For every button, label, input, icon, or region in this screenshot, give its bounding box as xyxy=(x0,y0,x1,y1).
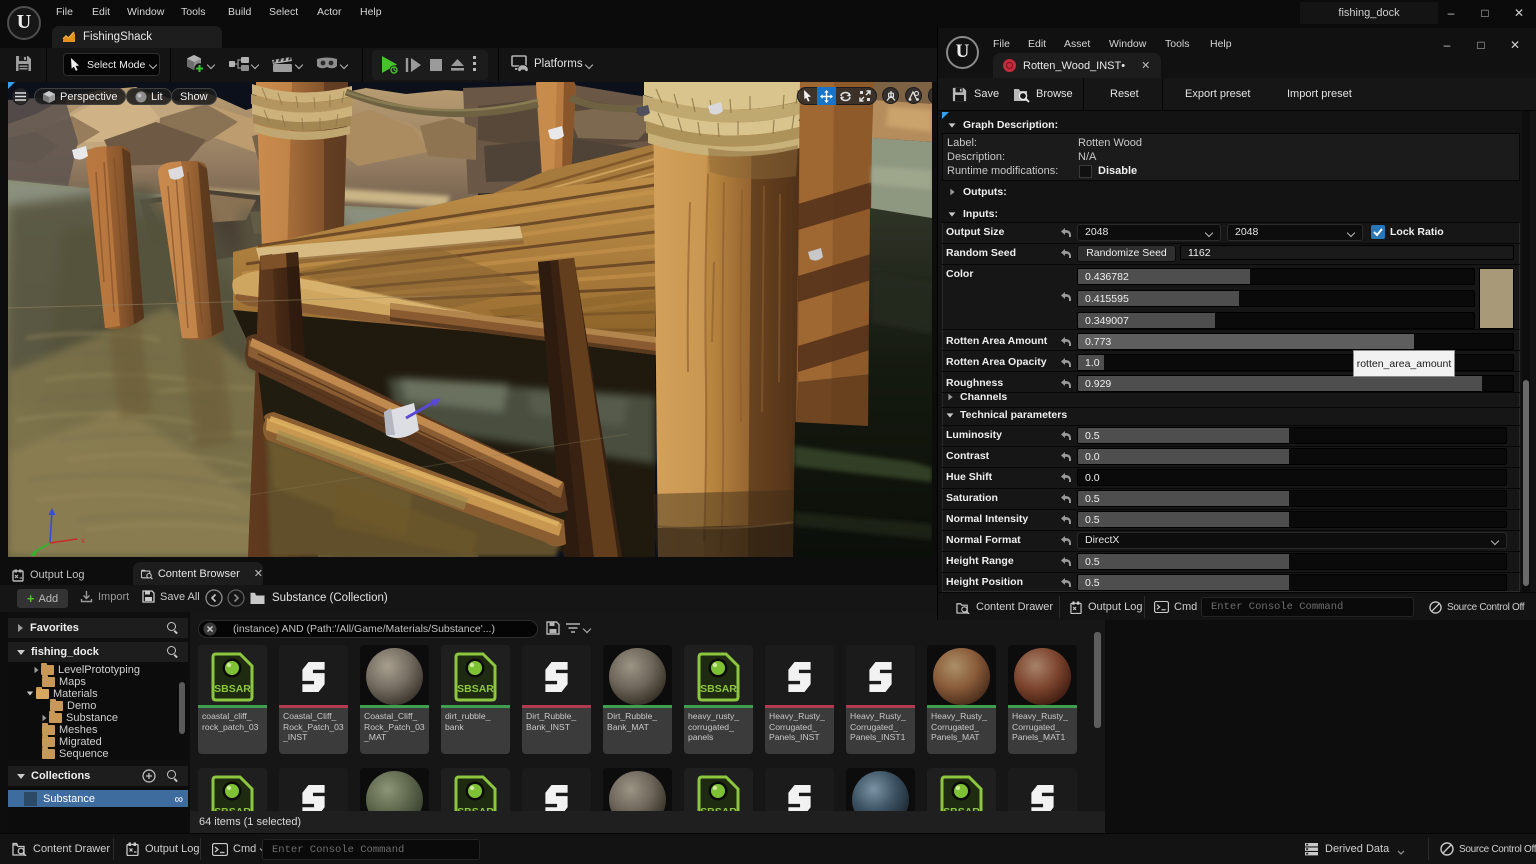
svg-text:SBSAR: SBSAR xyxy=(214,683,251,695)
svg-text:SBSAR: SBSAR xyxy=(700,683,737,695)
svg-text:SBSAR: SBSAR xyxy=(457,683,494,695)
svg-text:x: x xyxy=(81,536,85,545)
